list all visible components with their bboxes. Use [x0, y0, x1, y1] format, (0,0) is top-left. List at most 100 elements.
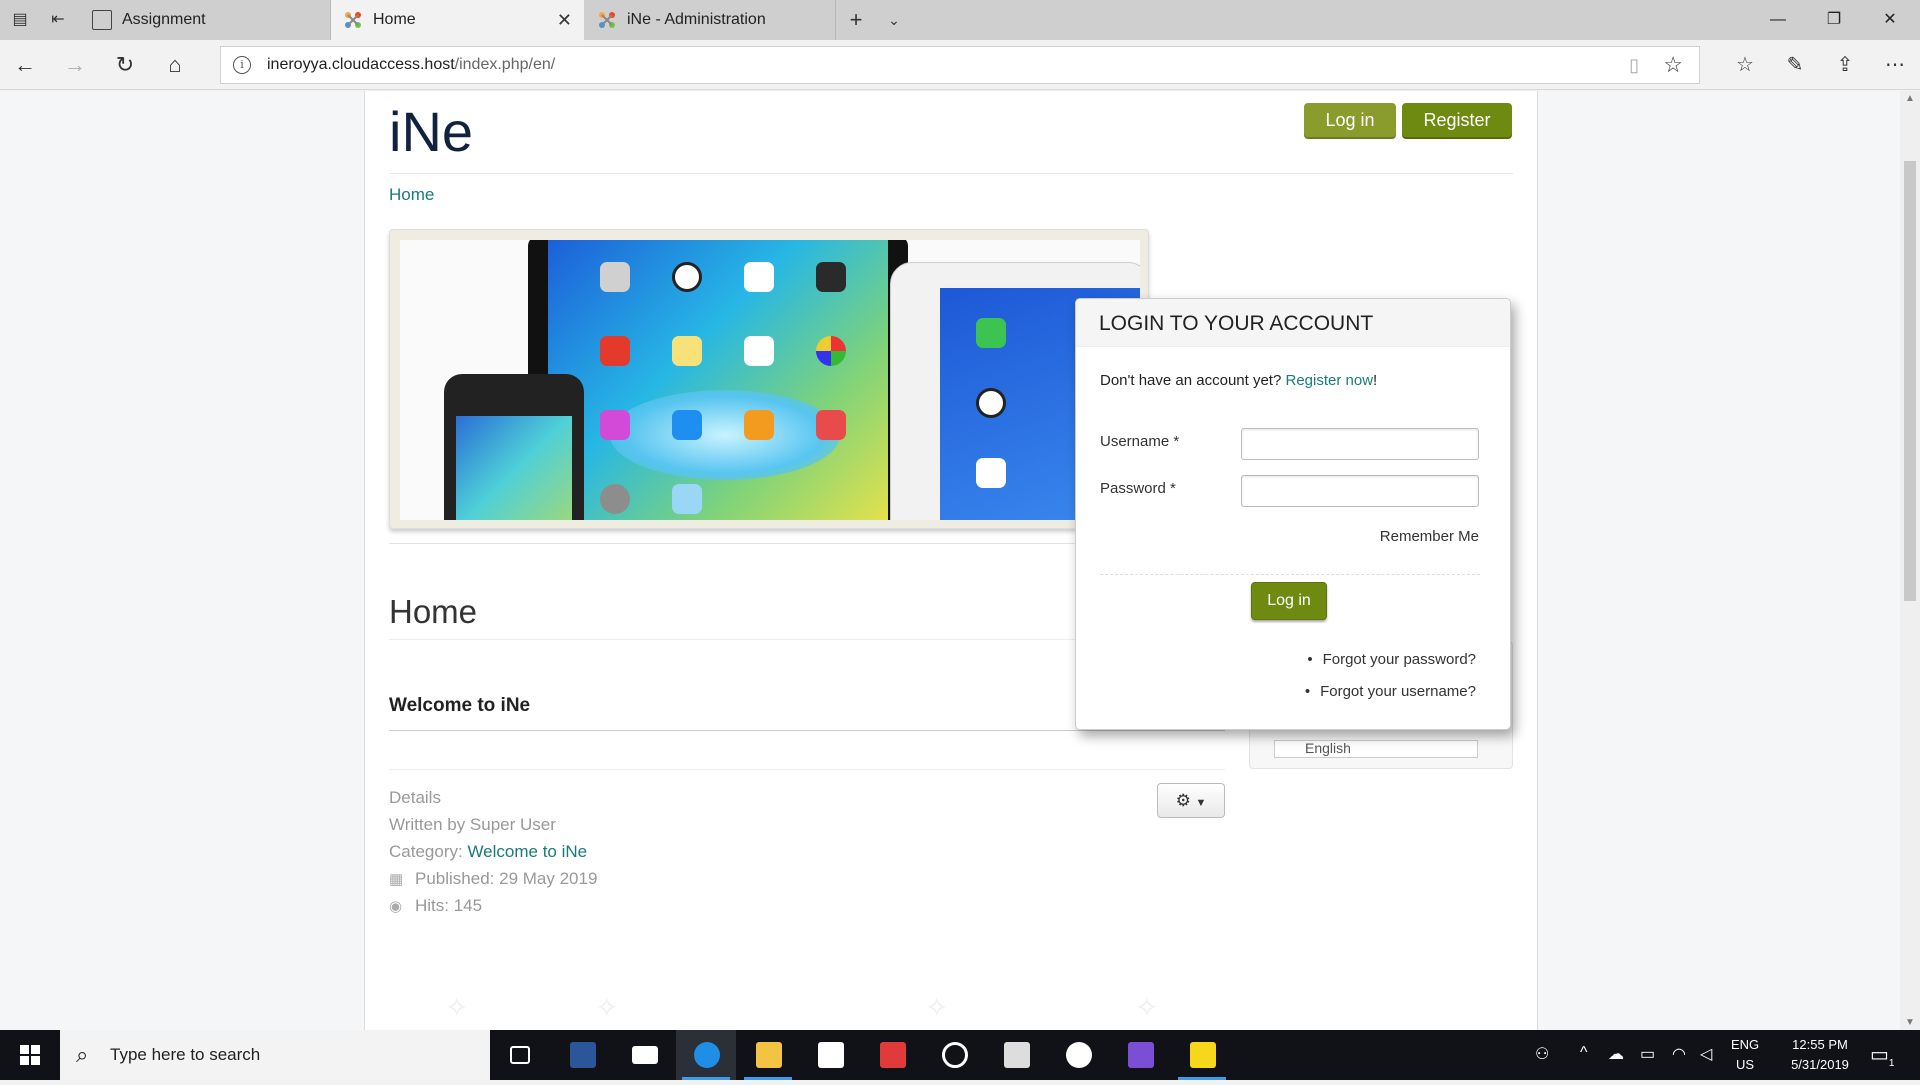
tab-home[interactable]: Home ✕	[331, 0, 584, 40]
language-select[interactable]: English	[1274, 740, 1478, 758]
taskbar-store[interactable]	[800, 1030, 860, 1080]
page-scrollbar[interactable]: ▲ ▼	[1900, 91, 1920, 1030]
eye-icon: ◉	[389, 898, 403, 915]
site-info-icon[interactable]: i	[233, 56, 251, 74]
show-hidden-icons-chevron-icon[interactable]: ^	[1580, 1044, 1588, 1062]
favorite-star-icon[interactable]: ☆	[1663, 52, 1683, 78]
taskbar-groove[interactable]	[924, 1030, 984, 1080]
task-view-button[interactable]	[490, 1030, 550, 1080]
volume-icon[interactable]: ◁	[1700, 1044, 1712, 1064]
register-suffix: !	[1373, 372, 1378, 389]
tab-label: Assignment	[122, 11, 206, 28]
forgot-username-link[interactable]: Forgot your username?	[1305, 683, 1476, 700]
taskbar-gift-app[interactable]	[862, 1030, 922, 1080]
app-music-icon	[600, 410, 630, 440]
scroll-down-icon[interactable]: ▼	[1905, 1017, 1915, 1028]
login-popup-title: LOGIN TO YOUR ACCOUNT	[1099, 312, 1374, 335]
windows-logo-icon	[20, 1045, 40, 1065]
share-icon[interactable]: ⇪	[1830, 50, 1860, 80]
start-button[interactable]	[0, 1030, 60, 1080]
people-icon[interactable]: ⚇	[1535, 1044, 1549, 1064]
wifi-icon[interactable]: ◠	[1672, 1044, 1686, 1064]
battery-icon[interactable]: ▭	[1640, 1044, 1655, 1064]
minimize-icon[interactable]: —	[1750, 0, 1806, 40]
taskbar-movie-maker[interactable]	[986, 1030, 1046, 1080]
home-icon[interactable]: ⌂	[160, 50, 190, 80]
tab-label: iNe - Administration	[627, 11, 766, 28]
taskbar-sticky-notes[interactable]	[1172, 1030, 1232, 1080]
article-hits: ◉ Hits: 145	[389, 896, 482, 916]
favorites-list-icon[interactable]: ☆	[1730, 50, 1760, 80]
search-placeholder: Type here to search	[110, 1045, 261, 1064]
forgot-password-link[interactable]: Forgot your password?	[1307, 651, 1476, 668]
forward-icon[interactable]: →	[60, 50, 90, 80]
app-white-icon	[976, 458, 1006, 488]
taskbar-file-explorer[interactable]	[738, 1030, 798, 1080]
remember-me-label[interactable]: Remember Me	[1380, 528, 1479, 545]
set-tabs-aside-icon[interactable]: ▤	[8, 8, 32, 32]
taskbar-visual-studio[interactable]	[1110, 1030, 1170, 1080]
taskbar-mail[interactable]	[614, 1030, 674, 1080]
more-menu-icon[interactable]: ⋯	[1880, 50, 1910, 80]
page-title: Home	[389, 593, 478, 630]
address-bar[interactable]: i ineroyya.cloudaccess.host/index.php/en…	[220, 46, 1700, 84]
taskbar-edge[interactable]	[676, 1030, 736, 1080]
popup-login-button[interactable]: Log in	[1251, 582, 1327, 620]
article-tools-button[interactable]: ⚙ ▼	[1157, 783, 1225, 818]
close-tab-icon[interactable]: ✕	[557, 0, 572, 40]
tabs-aside-restore-icon[interactable]: ⇤	[46, 8, 70, 32]
password-label: Password *	[1100, 480, 1176, 497]
new-tab-icon[interactable]: +	[844, 8, 868, 32]
task-view-icon	[510, 1046, 530, 1064]
notification-count: 1	[1888, 1058, 1895, 1069]
tab-assignment[interactable]: Assignment	[80, 0, 330, 40]
url-text[interactable]: ineroyya.cloudaccess.host/index.php/en/	[267, 56, 555, 74]
taskbar-word[interactable]	[552, 1030, 612, 1080]
restore-icon[interactable]: ❐	[1806, 0, 1862, 40]
pen-notes-icon[interactable]: ✎	[1780, 50, 1810, 80]
site-brand[interactable]: iNe	[389, 99, 473, 164]
close-window-icon[interactable]: ✕	[1862, 0, 1918, 40]
content-divider	[389, 769, 1225, 770]
app-store-icon	[672, 410, 702, 440]
onedrive-icon[interactable]: ☁	[1608, 1044, 1624, 1064]
system-clock[interactable]: 12:55 PM 5/31/2019	[1775, 1035, 1865, 1075]
app-facetime-icon	[976, 318, 1006, 348]
scrollbar-thumb[interactable]	[1904, 161, 1916, 601]
action-center-icon[interactable]: ▭1	[1870, 1042, 1894, 1069]
joomla-icon	[599, 12, 615, 28]
watermark-graphic: ✧	[445, 992, 469, 1023]
taskbar-search-box[interactable]: ⌕ Type here to search	[60, 1030, 490, 1080]
url-host: ineroyya.cloudaccess.host	[267, 56, 455, 73]
article-details-label: Details	[389, 788, 441, 807]
input-language-indicator[interactable]: ENG US	[1731, 1035, 1759, 1075]
header-register-button[interactable]: Register	[1402, 103, 1512, 137]
reading-view-icon[interactable]: ▯	[1629, 55, 1639, 76]
username-label: Username *	[1100, 433, 1180, 450]
taskbar-itunes[interactable]	[1048, 1030, 1108, 1080]
app-reminders-icon	[744, 336, 774, 366]
breadcrumb-home[interactable]: Home	[389, 185, 434, 205]
header-login-button[interactable]: Log in	[1304, 103, 1396, 137]
refresh-icon[interactable]: ↻	[110, 50, 140, 80]
page-icon	[92, 10, 112, 30]
register-now-link[interactable]: Register now	[1286, 372, 1374, 389]
back-icon[interactable]: ←	[10, 50, 40, 80]
category-link[interactable]: Welcome to iNe	[467, 842, 587, 861]
app-contacts-icon	[600, 262, 630, 292]
article-title-divider	[389, 730, 1225, 731]
app-clock-icon	[672, 262, 702, 292]
article-author: Written by Super User	[389, 815, 556, 834]
gift-icon	[880, 1042, 906, 1068]
password-input[interactable]	[1241, 475, 1479, 507]
web-page-viewport: iNe Log in Register Home Home Welcome to…	[0, 91, 1900, 1030]
windows-taskbar: ⌕ Type here to search ⚇ ^ ☁ ▭ ◠ ◁ ENG US …	[0, 1030, 1920, 1080]
login-popup: LOGIN TO YOUR ACCOUNT Don't have an acco…	[1075, 298, 1511, 730]
username-input[interactable]	[1241, 428, 1479, 460]
search-icon: ⌕	[76, 1042, 89, 1067]
visual-studio-icon	[1128, 1042, 1154, 1068]
tab-ine-administration[interactable]: iNe - Administration	[585, 0, 835, 40]
tab-preview-chevron-icon[interactable]: ⌄	[882, 8, 906, 32]
caret-down-icon: ▼	[1195, 797, 1207, 809]
scroll-up-icon[interactable]: ▲	[1905, 93, 1915, 104]
